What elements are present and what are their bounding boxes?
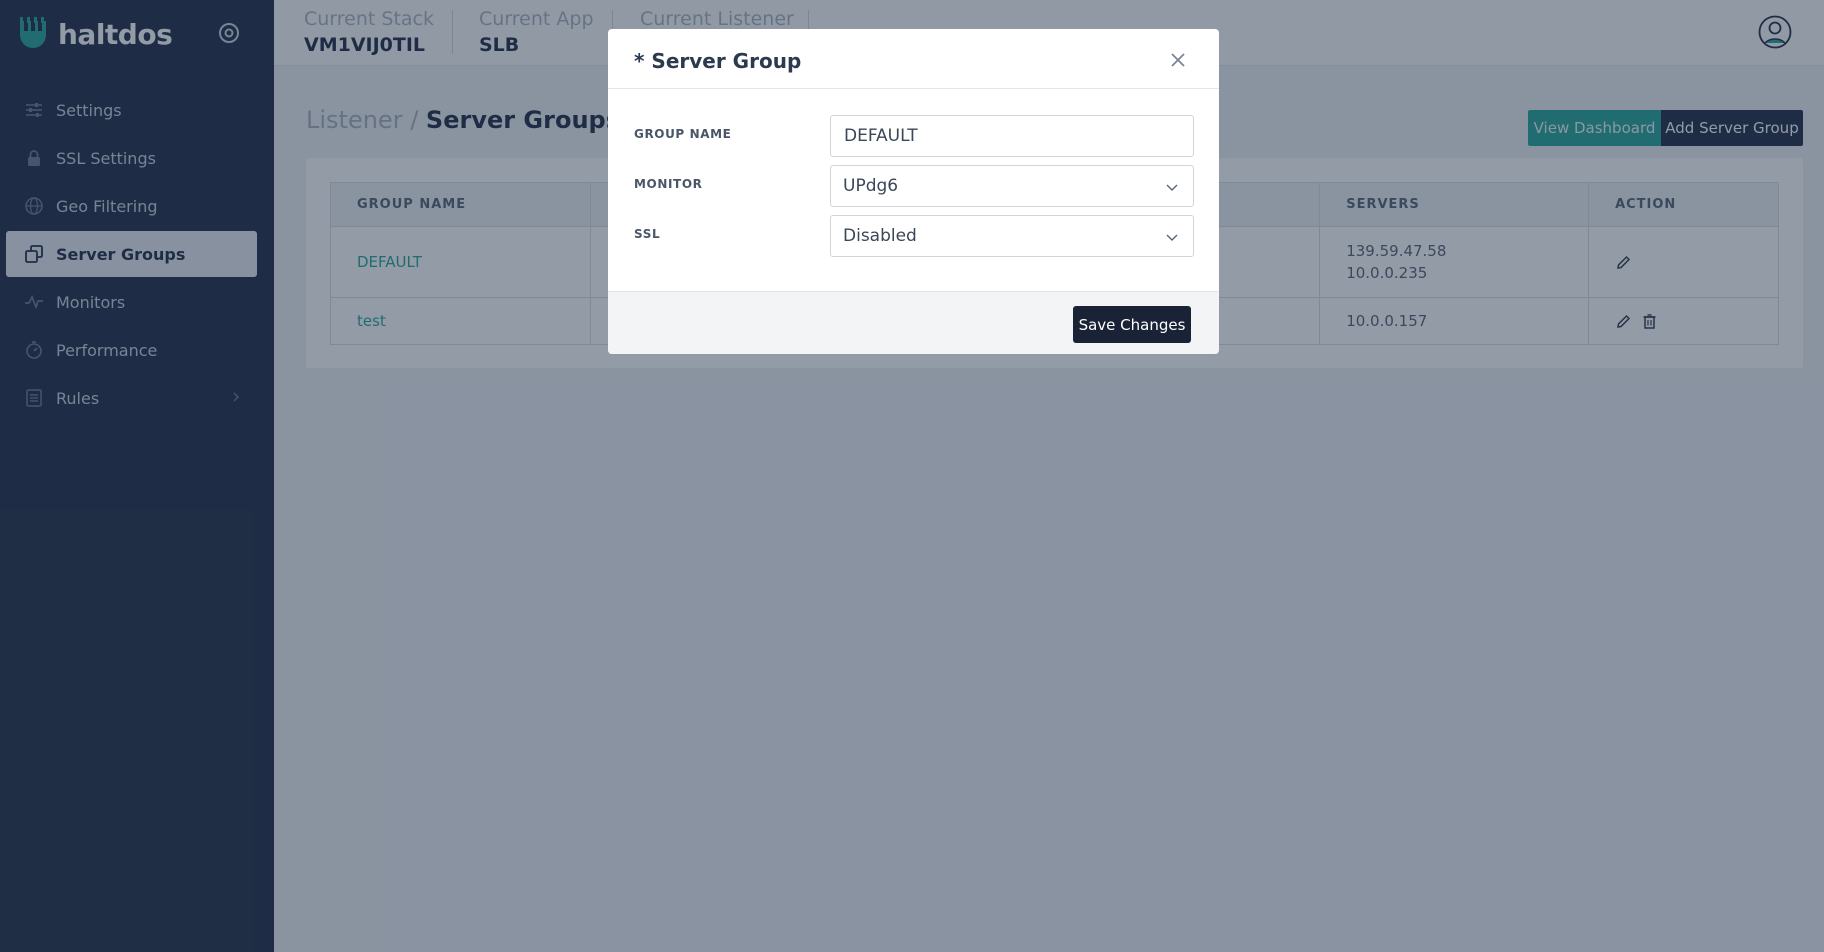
monitor-row: MONITOR UPdg6 — [634, 165, 1194, 207]
chevron-down-icon — [1166, 234, 1178, 241]
modal-header: * Server Group — [608, 29, 1219, 89]
group-name-label: GROUP NAME — [634, 127, 732, 141]
monitor-label: MONITOR — [634, 177, 703, 191]
close-icon[interactable] — [1169, 51, 1187, 69]
ssl-selected-value: Disabled — [843, 226, 917, 246]
ssl-row: SSL Disabled — [634, 215, 1194, 257]
group-name-row: GROUP NAME DEFAULT — [634, 115, 1194, 157]
group-name-input[interactable]: DEFAULT — [830, 115, 1194, 157]
ssl-select[interactable]: Disabled — [830, 215, 1194, 257]
monitor-selected-value: UPdg6 — [843, 176, 899, 196]
server-group-modal: * Server Group GROUP NAME DEFAULT MONITO… — [608, 29, 1219, 354]
save-changes-button[interactable]: Save Changes — [1073, 306, 1191, 343]
monitor-select[interactable]: UPdg6 — [830, 165, 1194, 207]
ssl-label: SSL — [634, 227, 661, 241]
chevron-down-icon — [1166, 184, 1178, 191]
modal-footer: Save Changes — [608, 291, 1219, 354]
modal-title: * Server Group — [634, 49, 802, 73]
